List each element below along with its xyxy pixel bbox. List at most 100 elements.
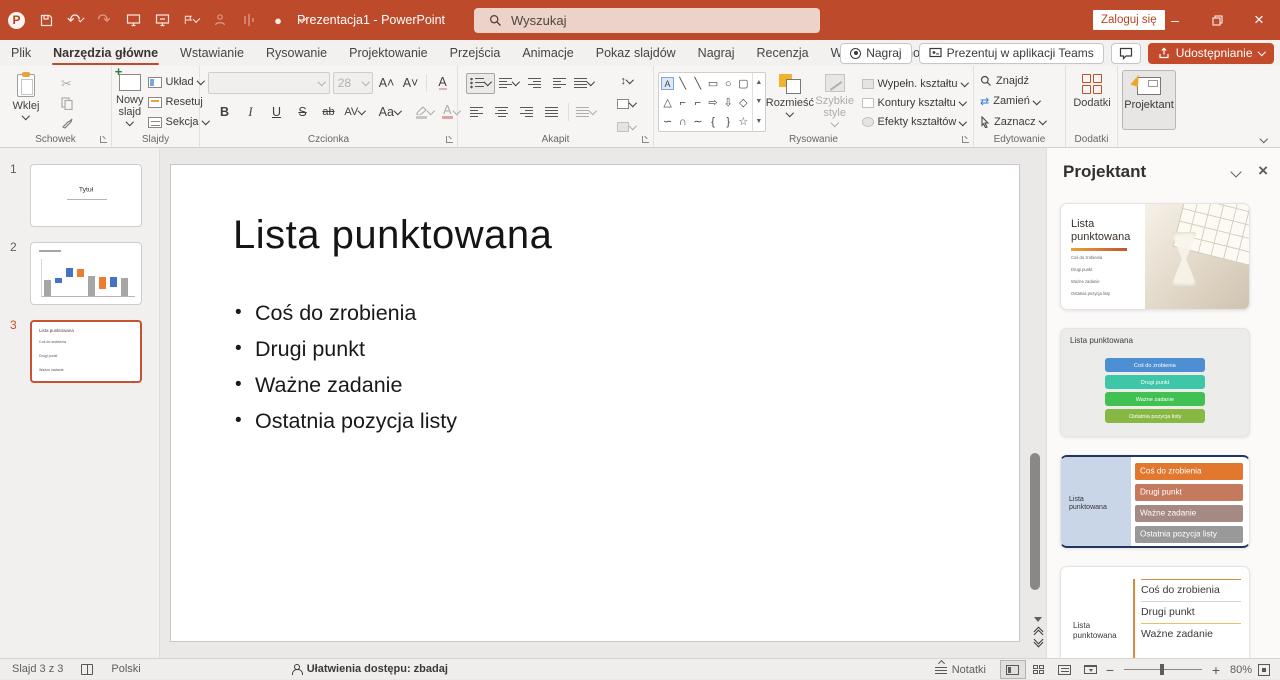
decrease-indent-button[interactable] bbox=[524, 73, 545, 94]
share-button[interactable]: Udostępnianie bbox=[1148, 43, 1274, 64]
design-suggestion-2[interactable]: Lista punktowana Coś do zrobienia Drugi … bbox=[1060, 328, 1250, 437]
text-direction-button[interactable]: ↕ bbox=[616, 70, 637, 91]
slide-title[interactable]: Lista punktowana bbox=[233, 213, 552, 258]
slideshow-view-button[interactable] bbox=[1078, 660, 1104, 679]
tab-transitions[interactable]: Przejścia bbox=[439, 40, 512, 66]
character-spacing-button[interactable]: AV bbox=[344, 102, 365, 123]
addins-button[interactable]: Dodatki bbox=[1070, 70, 1114, 109]
next-slide-button[interactable] bbox=[1035, 640, 1042, 646]
arrange-button[interactable]: Rozmieść bbox=[766, 70, 814, 131]
grow-font-button[interactable]: A˄ bbox=[376, 73, 397, 94]
clear-formatting-button[interactable]: A bbox=[432, 73, 453, 94]
minimize-button[interactable]: – bbox=[1154, 0, 1196, 40]
format-painter-icon[interactable] bbox=[56, 115, 77, 131]
select-button[interactable]: Zaznacz bbox=[978, 113, 1061, 131]
clipboard-dialog-launcher-icon[interactable] bbox=[100, 136, 107, 143]
character-spacing-dropdown-icon[interactable] bbox=[358, 107, 366, 115]
tab-draw[interactable]: Rysowanie bbox=[255, 40, 338, 66]
spellcheck-button[interactable] bbox=[81, 664, 93, 675]
shapes-gallery-scroll[interactable]: ▲ ▼ ▼ bbox=[752, 73, 765, 131]
shape-curve-icon[interactable]: ∼ bbox=[693, 115, 702, 128]
justify-button[interactable] bbox=[541, 102, 562, 123]
slide-bullet-4[interactable]: Ostatnia pozycja listy bbox=[235, 403, 457, 439]
gallery-up-icon[interactable]: ▲ bbox=[755, 79, 762, 86]
paste-dropdown-icon[interactable] bbox=[22, 112, 30, 120]
tab-record[interactable]: Nagraj bbox=[687, 40, 746, 66]
bold-button[interactable]: B bbox=[214, 102, 235, 123]
language-button[interactable]: Polski bbox=[111, 663, 140, 675]
numbering-dropdown-icon[interactable] bbox=[512, 78, 520, 86]
paragraph-dialog-launcher-icon[interactable] bbox=[642, 136, 649, 143]
shape-scribble-icon[interactable]: ∽ bbox=[663, 115, 672, 128]
close-button[interactable]: × bbox=[1238, 0, 1280, 40]
line-spacing-dropdown-icon[interactable] bbox=[587, 78, 595, 86]
slide-bullet-list[interactable]: Coś do zrobienia Drugi punkt Ważne zadan… bbox=[235, 295, 457, 439]
increase-indent-button[interactable] bbox=[549, 73, 570, 94]
shape-rectangle-icon[interactable]: ▭ bbox=[708, 77, 718, 90]
undo-icon[interactable]: ↶ bbox=[67, 12, 83, 28]
scroll-down-icon[interactable] bbox=[1034, 617, 1042, 622]
bullets-button[interactable] bbox=[466, 73, 495, 94]
zoom-slider-thumb[interactable] bbox=[1160, 664, 1164, 675]
align-right-button[interactable] bbox=[516, 102, 537, 123]
change-case-button[interactable]: Aa bbox=[379, 102, 400, 123]
line-spacing-button[interactable] bbox=[574, 73, 595, 94]
reading-view-button[interactable] bbox=[1052, 660, 1078, 679]
zoom-out-button[interactable]: − bbox=[1104, 662, 1116, 678]
slide-bullet-2[interactable]: Drugi punkt bbox=[235, 331, 457, 367]
design-suggestion-4[interactable]: Lista punktowana Coś do zrobienia Drugi … bbox=[1060, 566, 1250, 658]
shape-elbow-arrow-icon[interactable]: ⌐ bbox=[695, 97, 701, 109]
shape-left-brace-icon[interactable]: { bbox=[711, 116, 715, 128]
find-button[interactable]: Znajdź bbox=[978, 72, 1061, 90]
tab-design[interactable]: Projektowanie bbox=[338, 40, 439, 66]
align-left-button[interactable] bbox=[466, 102, 487, 123]
shape-arrow-line-icon[interactable]: ╲ bbox=[695, 77, 702, 90]
underline-button[interactable]: U bbox=[266, 102, 287, 123]
tab-animations[interactable]: Animacje bbox=[511, 40, 584, 66]
design-suggestion-1[interactable]: Lista punktowana Coś do zrobienia Drugi … bbox=[1060, 203, 1250, 310]
strikethrough-ab-button[interactable]: ab bbox=[318, 102, 339, 123]
present-in-teams-button[interactable]: Prezentuj w aplikacji Teams bbox=[919, 43, 1104, 64]
new-slide-button[interactable]: Nowy slajd bbox=[116, 70, 144, 131]
tab-file[interactable]: Plik bbox=[0, 40, 42, 66]
record-button-icon[interactable]: ● bbox=[270, 12, 286, 28]
replace-button[interactable]: ⇄ Zamień bbox=[978, 92, 1061, 110]
italic-button[interactable]: I bbox=[240, 102, 261, 123]
arrange-dropdown-icon[interactable] bbox=[786, 109, 794, 117]
paste-button[interactable]: Wklej bbox=[4, 70, 48, 131]
change-case-dropdown-icon[interactable] bbox=[394, 107, 402, 115]
slide-bullet-1[interactable]: Coś do zrobienia bbox=[235, 295, 457, 331]
shape-arc-icon[interactable]: ∩ bbox=[679, 116, 687, 128]
shape-line-icon[interactable]: ╲ bbox=[679, 77, 686, 90]
align-center-button[interactable] bbox=[491, 102, 512, 123]
shape-rounded-rectangle-icon[interactable]: ▢ bbox=[738, 77, 748, 90]
numbering-button[interactable] bbox=[499, 73, 520, 94]
gallery-more-icon[interactable]: ▼ bbox=[755, 118, 762, 125]
font-name-combo[interactable] bbox=[208, 72, 330, 94]
align-text-dropdown-icon[interactable] bbox=[629, 99, 637, 107]
shape-star-icon[interactable]: ☆ bbox=[738, 115, 748, 128]
tab-slideshow[interactable]: Pokaz slajdów bbox=[585, 40, 687, 66]
save-icon[interactable] bbox=[38, 12, 54, 28]
slide-thumbnail-2[interactable] bbox=[30, 242, 142, 305]
slide-sorter-view-button[interactable] bbox=[1026, 660, 1052, 679]
zoom-slider[interactable] bbox=[1124, 669, 1202, 671]
new-slide-dropdown-icon[interactable] bbox=[126, 118, 134, 126]
replace-dropdown-icon[interactable] bbox=[1033, 97, 1041, 105]
shape-textbox-icon[interactable]: A bbox=[661, 77, 674, 90]
font-dialog-launcher-icon[interactable] bbox=[446, 136, 453, 143]
collapse-ribbon-icon[interactable] bbox=[1259, 134, 1267, 142]
tab-review[interactable]: Recenzja bbox=[746, 40, 820, 66]
slideshow-from-start-icon[interactable] bbox=[125, 12, 141, 28]
zoom-in-button[interactable]: + bbox=[1210, 662, 1222, 678]
designer-button[interactable]: Projektant bbox=[1122, 70, 1176, 130]
design-suggestion-3[interactable]: Lista punktowana Coś do zrobienia Drugi … bbox=[1060, 455, 1250, 548]
shape-oval-icon[interactable]: ○ bbox=[725, 78, 732, 90]
fit-slide-to-window-icon[interactable] bbox=[1258, 664, 1270, 676]
shape-diamond-icon[interactable]: ◇ bbox=[739, 96, 747, 109]
accessibility-checker[interactable]: Ułatwienia dostępu: zbadaj bbox=[291, 663, 448, 675]
strikethrough-button[interactable]: S bbox=[292, 102, 313, 123]
shrink-font-button[interactable]: A˅ bbox=[400, 73, 421, 94]
slide-thumbnail-3-selected[interactable]: Lista punktowana Coś do zrobienia Drugi … bbox=[30, 320, 142, 383]
gallery-down-icon[interactable]: ▼ bbox=[755, 98, 762, 105]
